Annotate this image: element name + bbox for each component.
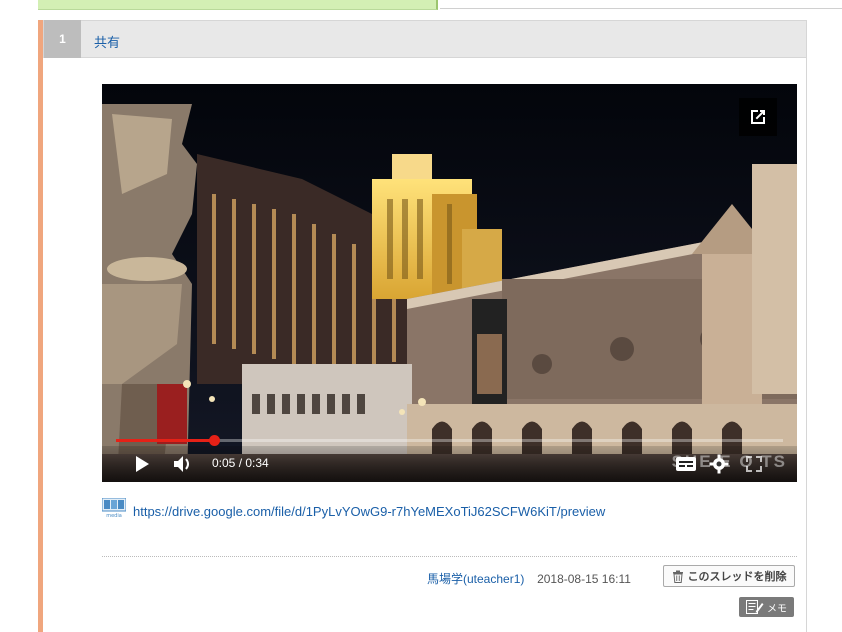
top-divider (440, 8, 842, 9)
captions-icon[interactable] (675, 454, 697, 474)
video-control-bar: 0:05 / 0:34 SHE E O TS (102, 446, 797, 482)
play-icon[interactable] (132, 454, 152, 474)
thread-header: 1 共有 (43, 20, 807, 58)
volume-icon[interactable] (172, 454, 196, 474)
video-player[interactable]: 0:05 / 0:34 SHE E O TS (102, 84, 797, 482)
previous-panel-edge (38, 0, 438, 10)
video-time: 0:05 / 0:34 (212, 456, 269, 470)
delete-thread-button[interactable]: このスレッドを削除 (663, 565, 795, 587)
delete-thread-label: このスレッドを削除 (687, 571, 787, 583)
open-in-new-button[interactable] (739, 98, 777, 136)
media-icon: media (102, 498, 126, 518)
memo-button[interactable]: メモ (739, 597, 794, 617)
card-right-border (806, 58, 807, 632)
open-in-new-icon (751, 110, 765, 124)
svg-text:media: media (106, 513, 122, 518)
memo-icon (746, 600, 764, 614)
fullscreen-icon[interactable] (744, 454, 764, 474)
post-timestamp: 2018-08-15 16:11 (537, 572, 631, 586)
video-frame (102, 84, 797, 482)
video-progress-handle[interactable] (209, 435, 221, 446)
post-meta: 馬場学(uteacher1) 2018-08-15 16:11 (427, 570, 631, 587)
post-separator (102, 556, 797, 557)
video-progress-fill (116, 439, 215, 442)
video-progress-bar[interactable] (116, 435, 783, 446)
thread-number: 1 (44, 20, 81, 58)
media-link[interactable]: https://drive.google.com/file/d/1PyLvYOw… (133, 504, 605, 519)
thread-accent-border (38, 20, 43, 632)
memo-label: メモ (767, 603, 787, 615)
post-author[interactable]: 馬場学(uteacher1) (427, 572, 524, 586)
thread-title[interactable]: 共有 (94, 32, 120, 51)
trash-icon (672, 570, 683, 583)
gear-icon[interactable] (709, 454, 729, 474)
